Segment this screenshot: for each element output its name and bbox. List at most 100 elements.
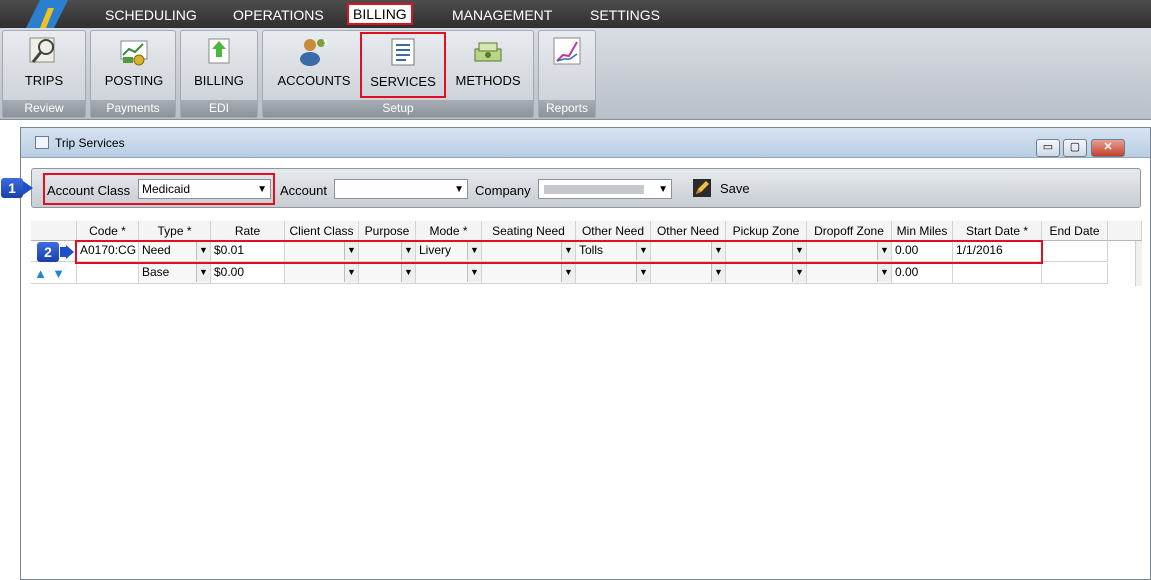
cell-value: 0.00 [895, 265, 919, 279]
column-header-seating-need[interactable]: Seating Need [482, 221, 576, 241]
cell-code[interactable] [77, 263, 139, 284]
cell-start-date[interactable] [953, 263, 1042, 284]
chevron-down-icon[interactable]: ▼ [344, 263, 358, 282]
restore-button[interactable]: ▢ [1063, 139, 1087, 157]
column-header-purpose[interactable]: Purpose [359, 221, 416, 241]
save-pencil-icon[interactable] [692, 178, 712, 198]
reports-button[interactable] [541, 33, 593, 99]
magnifier-map-icon [29, 37, 55, 63]
move-down-icon[interactable]: ▼ [51, 266, 66, 281]
cell-value: Base [142, 265, 170, 279]
services-label: SERVICES [370, 74, 436, 89]
move-up-icon[interactable]: ▲ [33, 266, 48, 281]
app-root: SCHEDULING OPERATIONS BILLING MANAGEMENT… [0, 0, 1151, 580]
cell-end-date[interactable] [1042, 263, 1108, 284]
chevron-down-icon[interactable]: ▼ [711, 263, 725, 282]
menu-management[interactable]: MANAGEMENT [448, 4, 556, 26]
account-class-select[interactable]: Medicaid ▼ [138, 179, 271, 199]
services-button[interactable]: SERVICES [360, 32, 446, 98]
posting-label: POSTING [104, 73, 164, 88]
cell-purpose[interactable]: ▼ [359, 263, 416, 284]
reports-group-label: Reports [539, 100, 595, 117]
chevron-down-icon[interactable]: ▼ [561, 263, 575, 282]
services-grid: Code * Type * Rate Client Class Purpose Mode … [31, 221, 1142, 580]
column-header-type[interactable]: Type * [139, 221, 211, 241]
menu-settings[interactable]: SETTINGS [586, 4, 664, 26]
column-header-client-class[interactable]: Client Class [285, 221, 359, 241]
column-header-other-need-1[interactable]: Other Need [576, 221, 651, 241]
trip-services-window: Trip Services ▭ ▢ ✕ Account Class Medica… [1, 127, 1151, 580]
main-menu-bar: SCHEDULING OPERATIONS BILLING MANAGEMENT… [0, 0, 1151, 28]
svg-text:$: $ [323, 38, 328, 47]
methods-label: METHODS [455, 73, 521, 88]
chevron-down-icon[interactable]: ▼ [196, 263, 210, 282]
methods-button[interactable]: METHODS [449, 33, 527, 99]
chevron-down-icon[interactable]: ▼ [401, 263, 415, 282]
header-filler [1108, 221, 1142, 241]
cell-seating-need[interactable]: ▼ [482, 263, 576, 284]
column-header-min-miles[interactable]: Min Miles [892, 221, 953, 241]
billing-button[interactable]: BILLING [183, 33, 255, 99]
accounts-button[interactable]: $ ACCOUNTS [271, 33, 357, 99]
company-select[interactable]: ▼ [538, 179, 672, 199]
edi-group-label: EDI [181, 100, 257, 117]
billing-label: BILLING [194, 73, 244, 88]
filter-toolbar: Account Class Medicaid ▼ Account ▼ Compa… [31, 168, 1141, 208]
ribbon-group-edi: BILLING EDI [180, 30, 258, 118]
column-header-other-need-2[interactable]: Other Need [651, 221, 726, 241]
column-header-mode[interactable]: Mode * [416, 221, 482, 241]
cell-mode[interactable]: ▼ [416, 263, 482, 284]
posting-button[interactable]: POSTING [95, 33, 173, 99]
cell-dropoff-zone[interactable]: ▼ [807, 263, 892, 284]
cell-pickup-zone[interactable]: ▼ [726, 263, 807, 284]
chevron-down-icon[interactable]: ▼ [636, 263, 650, 282]
cell-rate[interactable]: $0.00 [211, 263, 285, 284]
cell-end-date[interactable] [1042, 241, 1108, 262]
vertical-scrollbar[interactable] [1135, 241, 1142, 286]
chevron-down-icon: ▼ [658, 184, 668, 195]
column-header-start-date[interactable]: Start Date * [953, 221, 1042, 241]
window-titlebar: Trip Services ▭ ▢ ✕ [21, 128, 1150, 158]
review-group-label: Review [3, 100, 85, 117]
column-header-code[interactable]: Code * [77, 221, 139, 241]
window-app-icon [35, 136, 49, 149]
payments-group-label: Payments [91, 100, 175, 117]
cell-min-miles[interactable]: 0.00 [892, 263, 953, 284]
users-icon: $ [300, 38, 328, 66]
money-chart-icon [120, 40, 148, 66]
menu-billing[interactable]: BILLING [347, 3, 413, 25]
trips-button[interactable]: TRIPS [5, 33, 83, 99]
account-label: Account [280, 183, 327, 198]
minimize-button[interactable]: ▭ [1036, 139, 1060, 157]
cell-other-need-1[interactable]: ▼ [576, 263, 651, 284]
service-list-icon [391, 38, 415, 66]
ribbon-toolbar: TRIPS Review POSTING Payments BILLING ED… [0, 28, 1151, 120]
account-class-label: Account Class [47, 183, 131, 198]
column-header-dropoff-zone[interactable]: Dropoff Zone [807, 221, 892, 241]
setup-group-label: Setup [263, 100, 533, 117]
step-badge-1: 1 [1, 178, 23, 198]
cash-methods-icon [474, 42, 502, 62]
column-header-pickup-zone[interactable]: Pickup Zone [726, 221, 807, 241]
save-button[interactable]: Save [720, 179, 756, 199]
step-badge-2: 2 [37, 242, 59, 262]
chevron-down-icon: ▼ [454, 184, 464, 195]
column-header-rate[interactable]: Rate [211, 221, 285, 241]
document-upload-icon [208, 38, 230, 64]
menu-scheduling[interactable]: SCHEDULING [101, 4, 201, 26]
cell-type[interactable]: Base ▼ [139, 263, 211, 284]
cell-other-need-2[interactable]: ▼ [651, 263, 726, 284]
chevron-down-icon: ▼ [257, 184, 267, 195]
trips-label: TRIPS [24, 73, 64, 88]
column-header-end-date[interactable]: End Date [1042, 221, 1108, 241]
chevron-down-icon[interactable]: ▼ [792, 263, 806, 282]
cell-client-class[interactable]: ▼ [285, 263, 359, 284]
account-select[interactable]: ▼ [334, 179, 468, 199]
chevron-down-icon[interactable]: ▼ [467, 263, 481, 282]
close-button[interactable]: ✕ [1091, 139, 1125, 157]
menu-operations[interactable]: OPERATIONS [229, 4, 328, 26]
chevron-down-icon[interactable]: ▼ [877, 263, 891, 282]
line-chart-icon [553, 37, 581, 65]
arrow-right-icon [60, 245, 74, 259]
account-class-value: Medicaid [142, 182, 191, 196]
